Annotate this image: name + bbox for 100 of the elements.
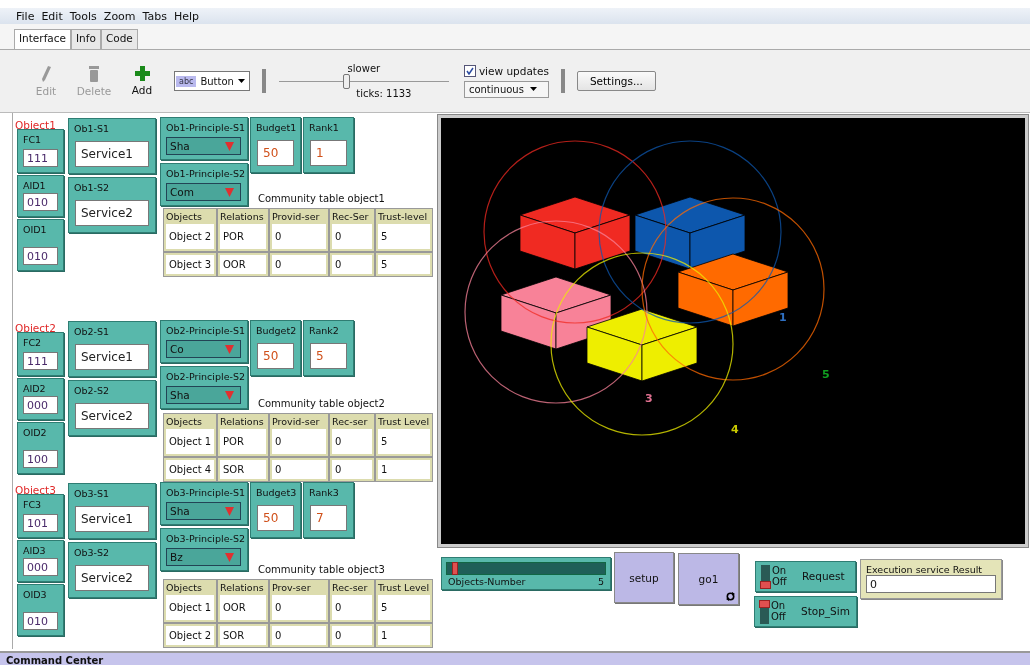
chooser-dropdown[interactable]: Sha [166,502,241,520]
chooser-dropdown[interactable]: Bz [166,548,241,566]
table-cell: 0 [272,626,326,645]
monitor-value: 010 [23,193,58,211]
table-cell: 0 [332,595,372,620]
widget-label: Ob1-S2 [74,182,110,193]
column-header: Provid-ser [272,416,321,427]
menu-item[interactable]: Tabs [142,9,167,23]
menu-item[interactable]: File [16,9,35,23]
column-header: Objects [166,211,203,222]
input-field[interactable]: Service1 [75,141,149,167]
column-header: Rec-Ser [332,211,370,222]
speed-thumb[interactable] [343,74,351,89]
group-title: Object2 [15,322,57,335]
chooser-dropdown[interactable]: Sha [166,137,241,155]
chooser-dropdown[interactable]: Sha [166,386,241,404]
update-mode-dropdown[interactable]: continuous [463,80,549,98]
widget-label: Execution service Result [866,564,983,575]
dropdown-triangle-icon [225,506,234,516]
table-cell: Object 1 [166,429,214,454]
widget-label: Budget2 [256,325,297,336]
checkbox[interactable] [463,64,476,77]
input-field[interactable]: Service2 [75,565,149,591]
on-label: On [771,601,786,611]
chooser-dropdown[interactable]: Co [166,340,241,358]
table-cell: 5 [378,224,430,249]
column-header: Relations [220,211,265,222]
tab[interactable]: Code [100,29,138,49]
abc-icon: abc [176,75,197,87]
column-header: Rec-ser [332,416,369,427]
column-header: Rec-ser [332,582,369,593]
table-cell: 0 [272,255,326,274]
turtle-label: 3 [645,392,653,405]
off-label: Off [772,577,787,587]
table-cell: 0 [272,224,326,249]
input-field[interactable]: Service1 [75,506,149,532]
table-cell: Object 2 [166,224,214,249]
monitor-value: 50 [257,343,294,369]
slider-handle[interactable] [451,562,458,575]
table-cell: 0 [332,224,372,249]
column-header: Relations [220,416,265,427]
table-cell: Object 3 [166,255,214,274]
widget-label: AID1 [23,180,46,191]
table-cell: Object 4 [166,460,214,479]
monitor-value: 111 [23,149,58,167]
toolbar-button[interactable]: Add [118,66,166,96]
widget-label: Ob3-Principle-S2 [166,533,245,544]
widget-label: Rank3 [309,487,339,498]
widget-label: FC1 [23,134,42,145]
table-cell: 0 [272,460,326,479]
widget-label: Ob3-Principle-S1 [166,487,245,498]
table-cell: OOR [220,595,266,620]
forever-icon [726,592,735,601]
menu-item[interactable]: Tools [69,9,97,23]
switch-label: Request [802,570,845,582]
tab[interactable]: Interface [14,29,71,49]
input-field[interactable]: Service1 [75,344,149,370]
table-cell: 0 [272,595,326,620]
caret-icon [529,87,537,91]
column-header: Trust Level [378,416,430,427]
widget-label: Ob1-Principle-S2 [166,168,245,179]
switch-toggle[interactable] [760,600,769,624]
settings-button[interactable]: Settings... [576,71,656,91]
speed-label: slower [347,63,381,74]
widget-label: Budget3 [256,487,297,498]
switch-toggle[interactable] [761,565,770,589]
menu-item[interactable]: Zoom [103,9,136,23]
table-cell: 0 [332,460,372,479]
widget-label: AID2 [23,383,46,394]
column-header: Prov-ser [272,582,312,593]
slider-label: Objects-Number [448,576,526,587]
switch-widget[interactable]: On Off Stop_Sim [754,596,857,627]
turtle-label: 1 [779,311,787,324]
command-button[interactable]: setup [614,552,674,603]
command-button[interactable]: go1 [678,553,739,605]
menu-item[interactable]: Edit [41,9,63,23]
column-header: Provid-ser [272,211,321,222]
table-cell: Object 2 [166,626,214,645]
speed-slider[interactable] [278,74,449,88]
menu-item[interactable]: Help [173,9,199,23]
monitor-value: 101 [23,514,58,532]
chooser-dropdown[interactable]: Com [166,183,241,201]
widget-label: Ob3-S1 [74,488,110,499]
widget-label: Ob1-Principle-S1 [166,122,245,133]
widget-label: FC2 [23,337,42,348]
column-header: Trust Level [378,582,430,593]
column-header: Relations [220,582,265,593]
dropdown-triangle-icon [225,187,234,197]
switch-widget[interactable]: On Off Request [755,561,856,592]
group-title: Object3 [15,484,57,497]
tab[interactable]: Info [71,29,101,49]
widget-label: Budget1 [256,122,297,133]
on-label: On [772,566,787,576]
off-label: Off [771,612,786,622]
plus-icon [134,66,150,81]
slider-value: 5 [597,576,604,587]
switch-label: Stop_Sim [801,605,850,617]
widget-type-dropdown[interactable]: abc Button [174,71,250,91]
input-field[interactable]: Service2 [75,200,149,226]
input-field[interactable]: Service2 [75,403,149,429]
